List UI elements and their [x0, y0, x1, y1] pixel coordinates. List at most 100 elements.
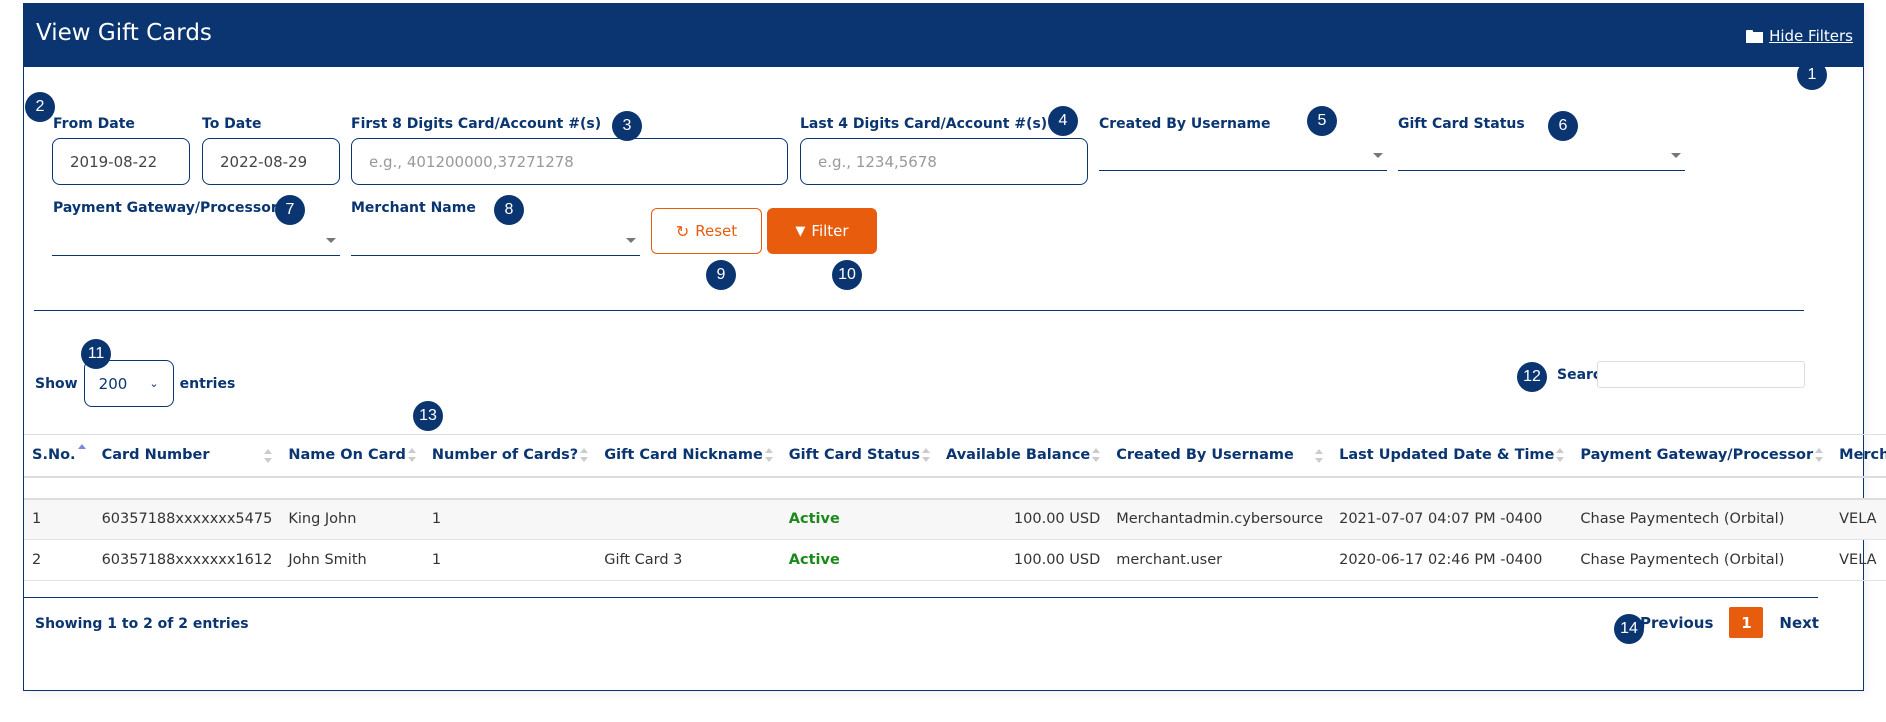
sort-asc-icon	[77, 444, 86, 462]
folder-icon	[1746, 29, 1764, 43]
cell-gateway: Chase Paymentech (Orbital)	[1580, 552, 1785, 568]
annotation-badge: 11	[81, 339, 111, 369]
col-sno[interactable]: S.No.	[24, 435, 94, 477]
annotation-badge: 8	[494, 195, 524, 225]
status-select[interactable]	[1398, 141, 1685, 171]
table-info: Showing 1 to 2 of 2 entries	[35, 616, 249, 632]
col-label: Name On Card	[288, 447, 406, 464]
col-name-on-card[interactable]: Name On Card	[280, 435, 424, 477]
col-status[interactable]: Gift Card Status	[781, 435, 938, 477]
next-page-button[interactable]: Next	[1779, 614, 1819, 632]
cell-last-updated: 2021-07-07 04:07 PM -0400	[1339, 511, 1543, 528]
col-card-number[interactable]: Card Number	[94, 435, 281, 477]
col-label: Number of Cards?	[431, 447, 579, 464]
annotation-badge: 5	[1307, 106, 1337, 136]
gift-cards-table: S.No. Card Number Name On Card Number of…	[24, 434, 1886, 581]
page-title: View Gift Cards	[36, 20, 212, 46]
merchant-select[interactable]	[351, 226, 640, 256]
hide-filters-link[interactable]: Hide Filters	[1746, 27, 1853, 45]
col-label: S.No.	[32, 447, 76, 464]
search-input[interactable]	[1597, 361, 1805, 388]
annotation-badge: 13	[413, 401, 443, 431]
table-row[interactable]: 2 60357188xxxxxxx1612 John Smith 1 Gift …	[24, 540, 1886, 581]
cell-merchant: VELA	[1839, 552, 1877, 568]
filter-button[interactable]: ▼ Filter	[767, 208, 877, 254]
col-label: Available Balance	[946, 447, 1091, 464]
gift-cards-panel: View Gift Cards Hide Filters	[23, 3, 1864, 691]
entries-length-control: Show 200 ⌄ entries	[35, 360, 235, 407]
gateway-label: Payment Gateway/Processor	[53, 200, 278, 216]
cell-card-number: 60357188xxxxxxx5475	[101, 511, 273, 528]
cell-sno: 2	[32, 552, 42, 568]
annotation-badge: 14	[1614, 614, 1644, 644]
chevron-down-icon	[1671, 153, 1681, 158]
funnel-icon: ▼	[795, 223, 806, 239]
cell-name-on-card: King John	[288, 511, 357, 528]
sort-icon	[1556, 448, 1565, 463]
cell-sno: 1	[32, 511, 42, 528]
col-label: Created By Username	[1116, 447, 1294, 464]
chevron-down-icon: ⌄	[149, 377, 159, 390]
table-header-row: S.No. Card Number Name On Card Number of…	[24, 434, 1886, 477]
chevron-down-icon	[1373, 153, 1383, 158]
sort-icon	[764, 448, 773, 463]
cell-number-of-cards: 1	[431, 511, 442, 528]
last4-label: Last 4 Digits Card/Account #(s)	[800, 116, 1048, 132]
to-date-label: To Date	[202, 116, 262, 132]
annotation-badge: 12	[1517, 362, 1547, 392]
table-bottom-border	[24, 597, 1818, 598]
annotation-badge: 4	[1048, 106, 1078, 136]
page-1-button[interactable]: 1	[1729, 607, 1764, 638]
filter-spacer-row	[24, 477, 1886, 499]
cell-status: Active	[788, 552, 840, 568]
cell-card-number: 60357188xxxxxxx1612	[101, 552, 273, 568]
entries-label: entries	[179, 375, 236, 392]
cell-gateway: Chase Paymentech (Orbital)	[1580, 511, 1785, 528]
cell-balance: 100.00 USD	[1013, 552, 1101, 568]
status-label: Gift Card Status	[1398, 116, 1525, 132]
created-by-select[interactable]	[1099, 141, 1387, 171]
pagination: Previous 1 Next	[1640, 607, 1819, 638]
first8-input[interactable]: e.g., 401200000,37271278	[351, 138, 788, 185]
annotation-badge: 9	[706, 260, 736, 290]
col-label: Last Updated Date & Time	[1339, 447, 1555, 464]
entries-value: 200	[98, 374, 128, 393]
gateway-select[interactable]	[52, 226, 340, 256]
annotation-badge: 6	[1548, 111, 1578, 141]
filters-divider	[34, 310, 1804, 311]
col-label: Merchant Name	[1839, 447, 1886, 464]
last4-input[interactable]: e.g., 1234,5678	[800, 138, 1088, 185]
reset-button[interactable]: ↻ Reset	[651, 208, 762, 254]
col-balance[interactable]: Available Balance	[938, 435, 1108, 477]
col-nickname[interactable]: Gift Card Nickname	[596, 435, 781, 477]
to-date-input[interactable]: 2022-08-29	[202, 138, 340, 185]
col-label: Card Number	[101, 447, 210, 464]
table-row[interactable]: 1 60357188xxxxxxx5475 King John 1 Active…	[24, 498, 1886, 540]
filter-label: Filter	[811, 222, 849, 240]
sort-icon	[922, 448, 930, 463]
col-gateway[interactable]: Payment Gateway/Processor	[1572, 435, 1831, 477]
reset-label: Reset	[695, 222, 738, 240]
col-label: Payment Gateway/Processor	[1580, 447, 1814, 464]
col-number-of-cards[interactable]: Number of Cards?	[424, 435, 596, 477]
annotation-badge: 10	[832, 260, 862, 290]
col-created-by[interactable]: Created By Username	[1108, 435, 1331, 477]
cell-number-of-cards: 1	[431, 552, 442, 568]
annotation-badge: 3	[612, 111, 642, 141]
first8-label: First 8 Digits Card/Account #(s)	[351, 116, 602, 132]
sort-icon	[1092, 448, 1101, 463]
from-date-input[interactable]: 2019-08-22	[52, 138, 190, 185]
chevron-down-icon	[326, 238, 336, 243]
previous-page-button[interactable]: Previous	[1640, 614, 1713, 632]
hide-filters-label: Hide Filters	[1769, 27, 1853, 45]
show-label: Show	[35, 375, 78, 392]
cell-created-by: merchant.user	[1116, 552, 1223, 568]
col-label: Gift Card Status	[788, 447, 920, 464]
col-last-updated[interactable]: Last Updated Date & Time	[1331, 435, 1572, 477]
cell-status: Active	[788, 511, 840, 528]
col-merchant[interactable]: Merchant Name	[1831, 435, 1886, 477]
cell-name-on-card: John Smith	[288, 552, 367, 568]
sort-icon	[1815, 448, 1824, 463]
cell-last-updated: 2020-06-17 02:46 PM -0400	[1339, 552, 1543, 568]
refresh-icon: ↻	[675, 221, 690, 241]
